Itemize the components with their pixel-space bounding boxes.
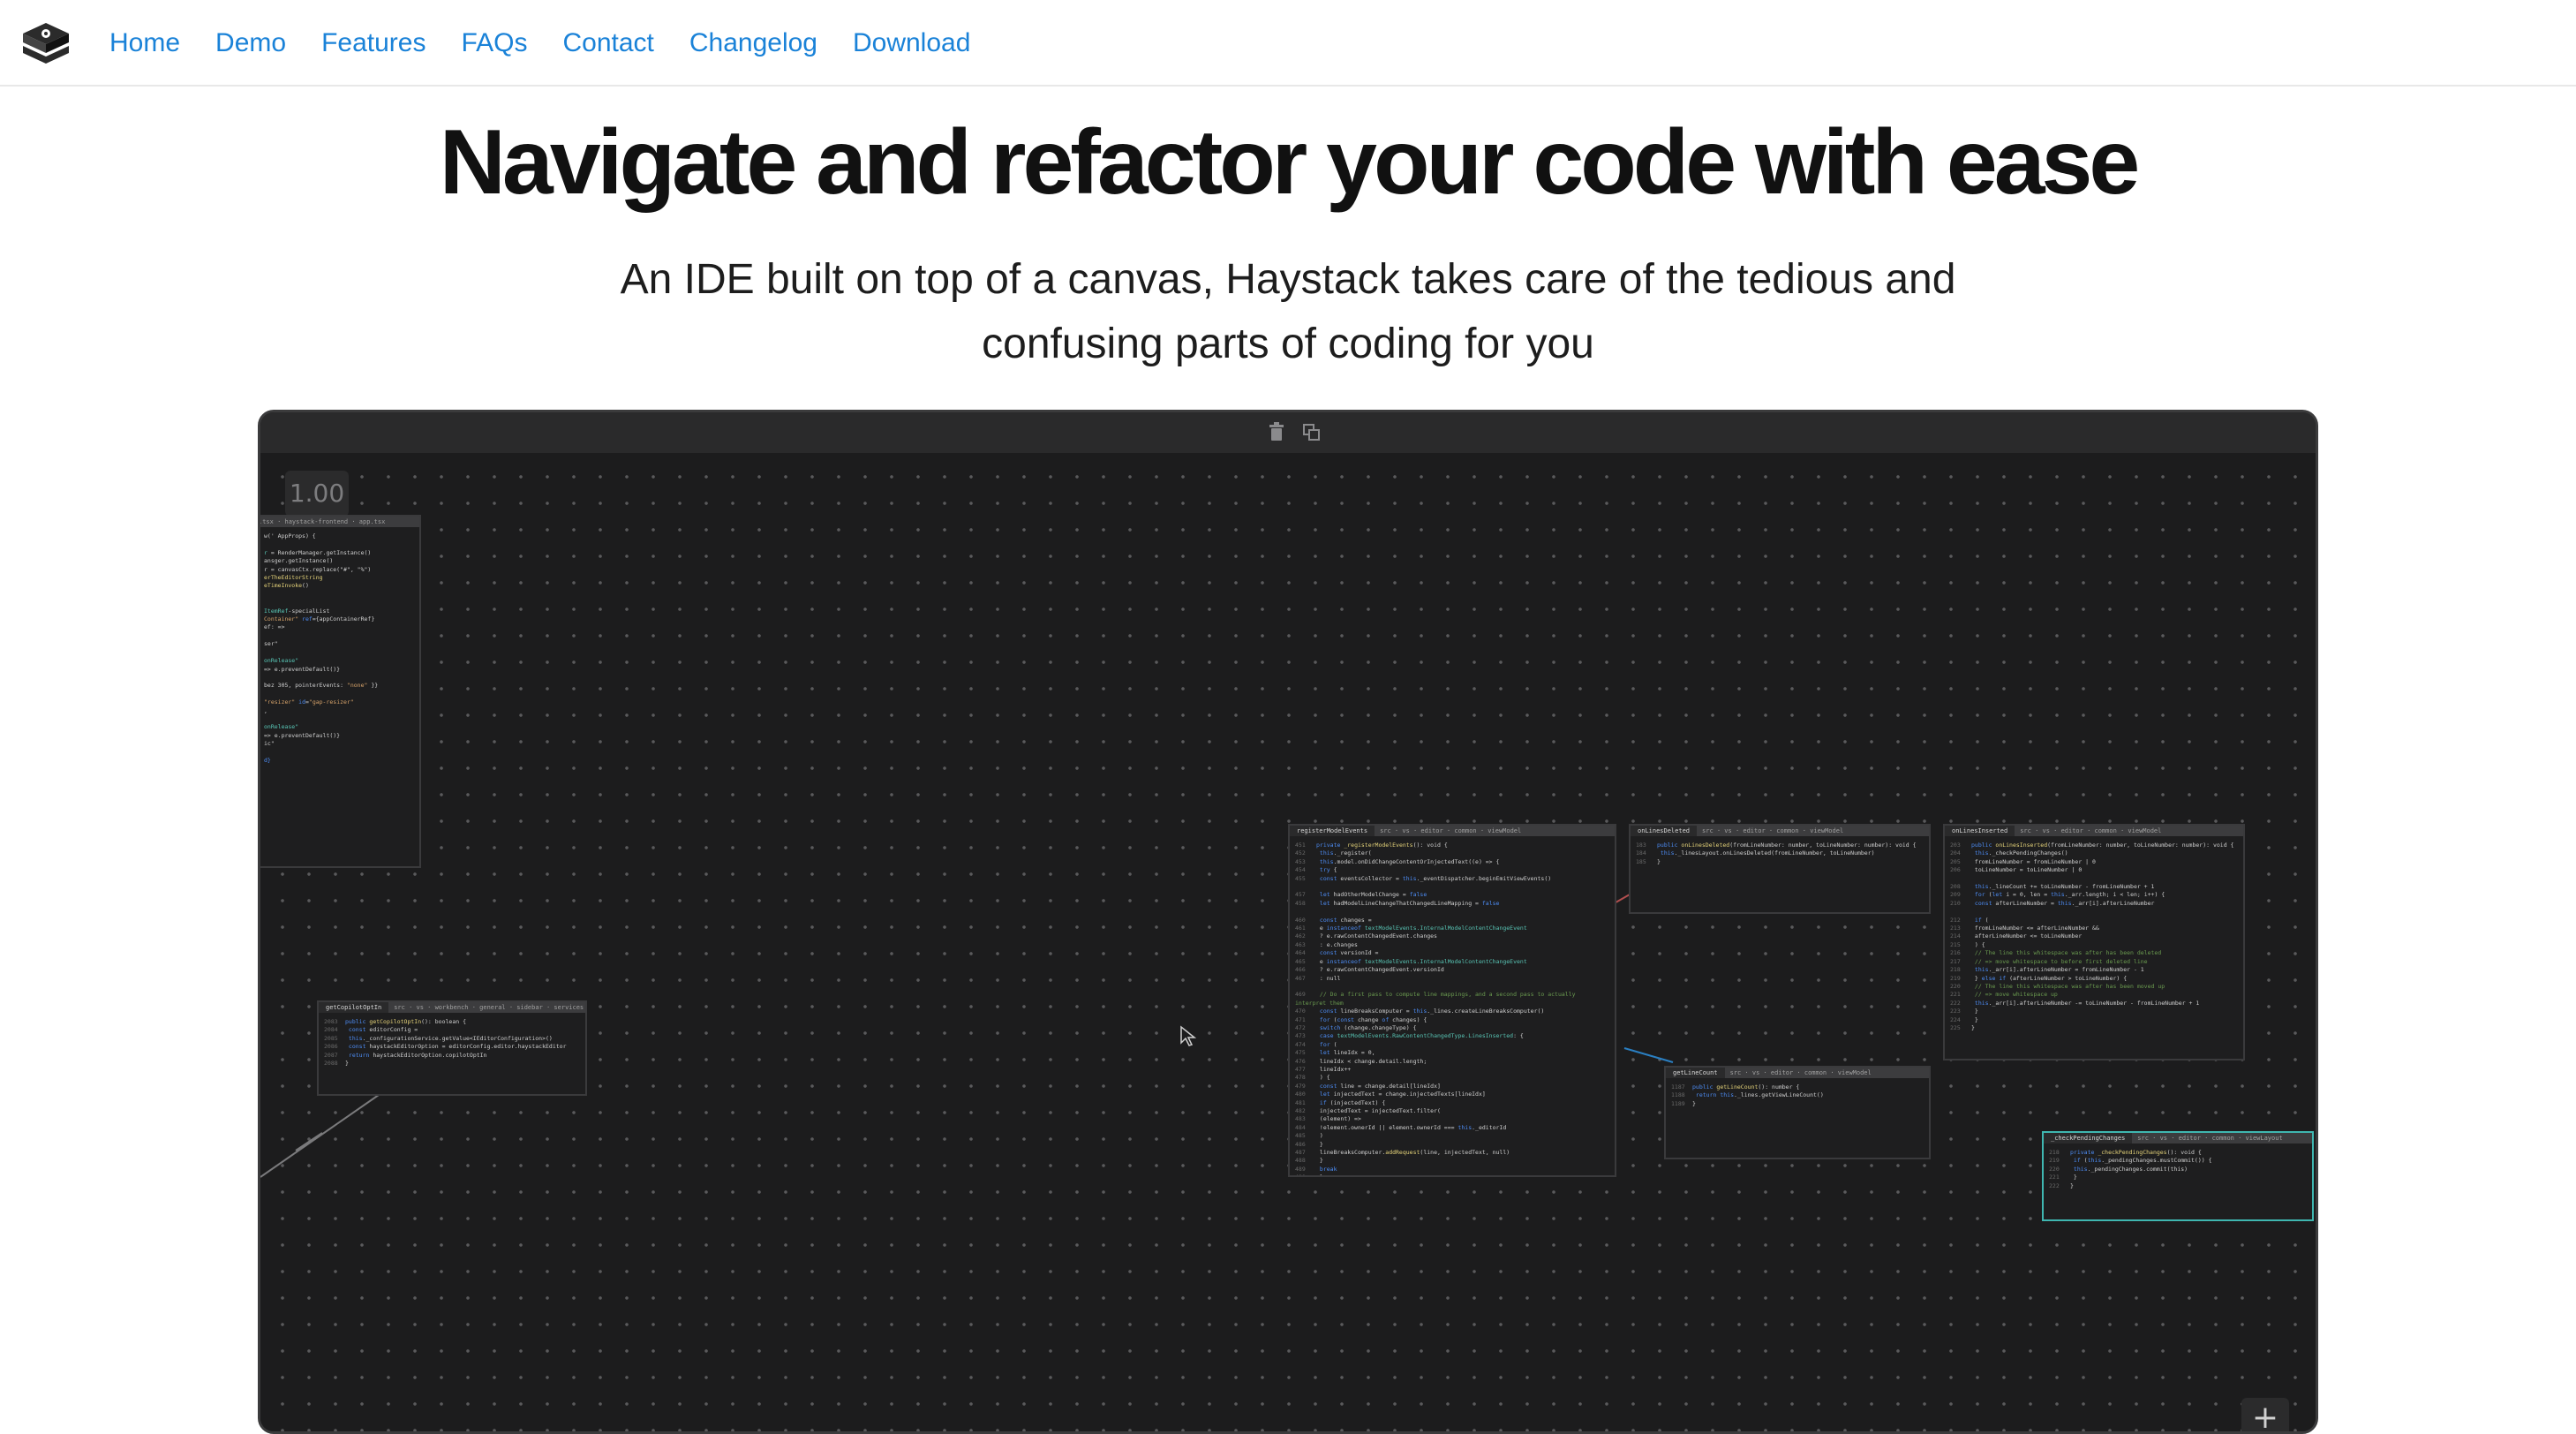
nav-link-features[interactable]: Features [321,28,426,58]
panel-title: getCopilotOptIn [319,1002,389,1013]
code-panel-onlinesinserted[interactable]: onLinesInserted src · vs · editor · commo… [1943,824,2245,1060]
hero-subtitle: An IDE built on top of a canvas, Haystac… [538,247,2038,376]
hero-subtitle-line-1: An IDE built on top of a canvas, Haystac… [620,256,1956,303]
copy-icon[interactable] [1302,421,1322,442]
code-panel-partial[interactable]: .tsx · haystack-frontend · app.tsx w(' A… [260,515,421,868]
hero-title: Navigate and refactor your code with eas… [439,111,2140,214]
panel-title: getLineCount [1666,1068,1725,1078]
panel-title: onLinesDeleted [1631,826,1698,836]
demo-window[interactable]: 1.00 .tsx · haystack-frontend · app.tsx … [258,410,2318,1434]
panel-title: _checkPendingChanges [2044,1133,2133,1143]
panel-title: onLinesInserted [1945,826,2015,836]
code-panel-getlinecount[interactable]: getLineCount src · vs · editor · common ·… [1664,1066,1931,1159]
top-navigation: Home Demo Features FAQs Contact Changelo… [0,0,2576,87]
nav-link-changelog[interactable]: Changelog [689,28,817,58]
code-panel-getcopilotoptin[interactable]: getCopilotOptIn src · vs · workbench · ge… [317,1000,587,1096]
hero-subtitle-line-2: confusing parts of coding for you [982,321,1594,367]
code-panel-registermodelevents[interactable]: registerModelEvents src · vs · editor · c… [1288,824,1616,1177]
nav-link-download[interactable]: Download [853,28,970,58]
demo-toolbar [260,412,2316,453]
nav-link-faqs[interactable]: FAQs [461,28,527,58]
code-panel-checkpendingchanges[interactable]: _checkPendingChanges src · vs · editor · … [2042,1131,2314,1221]
panel-header: .tsx · haystack-frontend · app.tsx [260,517,419,527]
panel-title: registerModelEvents [1290,826,1375,836]
code-canvas[interactable]: 1.00 .tsx · haystack-frontend · app.tsx … [260,453,2316,1431]
nav-link-demo[interactable]: Demo [215,28,286,58]
nav-link-home[interactable]: Home [109,28,180,58]
trash-icon[interactable] [1267,421,1286,442]
nav-link-contact[interactable]: Contact [562,28,653,58]
nav-links: Home Demo Features FAQs Contact Changelo… [109,0,1006,87]
add-panel-button[interactable]: + [2241,1398,2289,1431]
mouse-pointer-icon [1180,1025,1197,1046]
haystack-logo-icon[interactable] [19,19,72,69]
code-panel-onlinesdeleted[interactable]: onLinesDeleted src · vs · editor · common… [1629,824,1931,914]
